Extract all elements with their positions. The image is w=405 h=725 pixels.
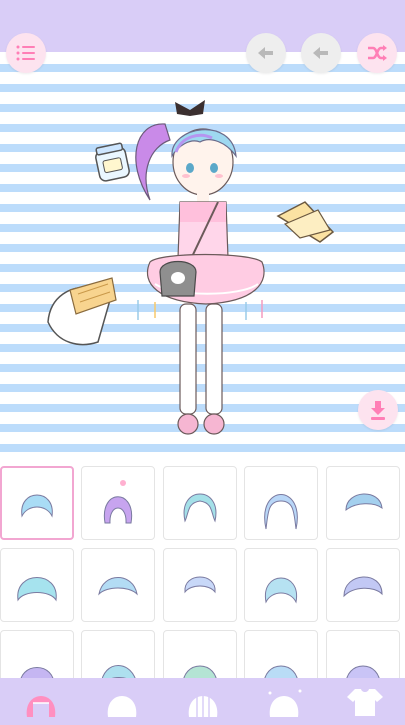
bread-bag-item[interactable] [47,277,117,346]
download-icon [371,401,385,420]
tab-clothes[interactable] [324,678,405,725]
hair-thumb-icon [184,576,216,594]
hair-style-6[interactable] [0,548,74,622]
hair-color-icon [268,689,301,717]
hair-style-5[interactable] [326,466,400,540]
hair-style-2[interactable] [81,466,155,540]
hair-thumb-icon [345,493,383,512]
tab-side-hair[interactable] [162,678,243,725]
hair-thumb-icon [264,577,298,604]
jam-jar-item[interactable] [94,142,130,182]
hair-style-grid [0,462,405,704]
undo-icon [258,47,273,59]
category-tab-bar [0,678,405,725]
tab-front-hair[interactable] [0,678,81,725]
hair-style-7[interactable] [81,548,155,622]
hair-style-1[interactable] [0,466,74,540]
stage-canvas [47,100,335,435]
hair-style-3[interactable] [163,466,237,540]
redo-button[interactable] [301,33,341,73]
shuffle-button[interactable] [357,33,397,73]
hair-thumb-icon [21,494,53,518]
hair-style-9[interactable] [244,548,318,622]
character[interactable] [135,100,265,435]
tab-hair-color[interactable] [243,678,324,725]
hair-thumb-icon [98,577,138,596]
hair-style-8[interactable] [163,548,237,622]
dressup-stage [0,52,405,460]
side-hair-icon [188,692,217,717]
hair-thumb-icon [103,480,133,524]
menu-button[interactable] [6,33,46,73]
hair-thumb-icon [183,493,217,523]
hair-thumb-icon [343,576,383,598]
bread-slices-item[interactable] [276,201,335,243]
tab-back-hair[interactable] [81,678,162,725]
download-button[interactable] [358,390,398,430]
shuffle-icon [368,45,387,61]
shirt-icon [346,688,383,716]
top-bar [0,0,405,52]
hair-style-4[interactable] [244,466,318,540]
hair-style-10[interactable] [326,548,400,622]
list-icon [16,45,35,61]
hair-thumb-icon [17,577,57,602]
back-hair-icon [107,695,136,717]
front-hair-icon [26,695,55,717]
hair-thumb-icon [264,494,298,530]
redo-icon [313,47,328,59]
undo-button[interactable] [246,33,286,73]
